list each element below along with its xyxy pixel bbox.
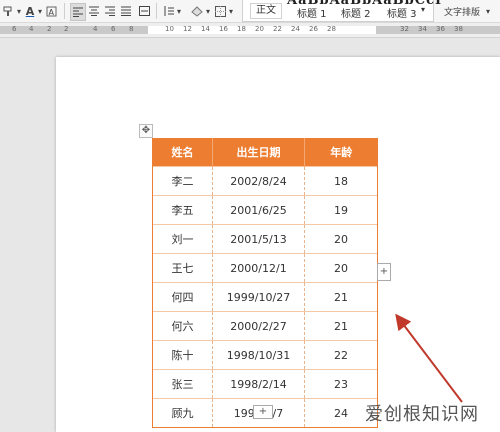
watermark-text: 爱创根知识网 bbox=[365, 404, 479, 425]
annotation-arrow bbox=[395, 313, 463, 403]
